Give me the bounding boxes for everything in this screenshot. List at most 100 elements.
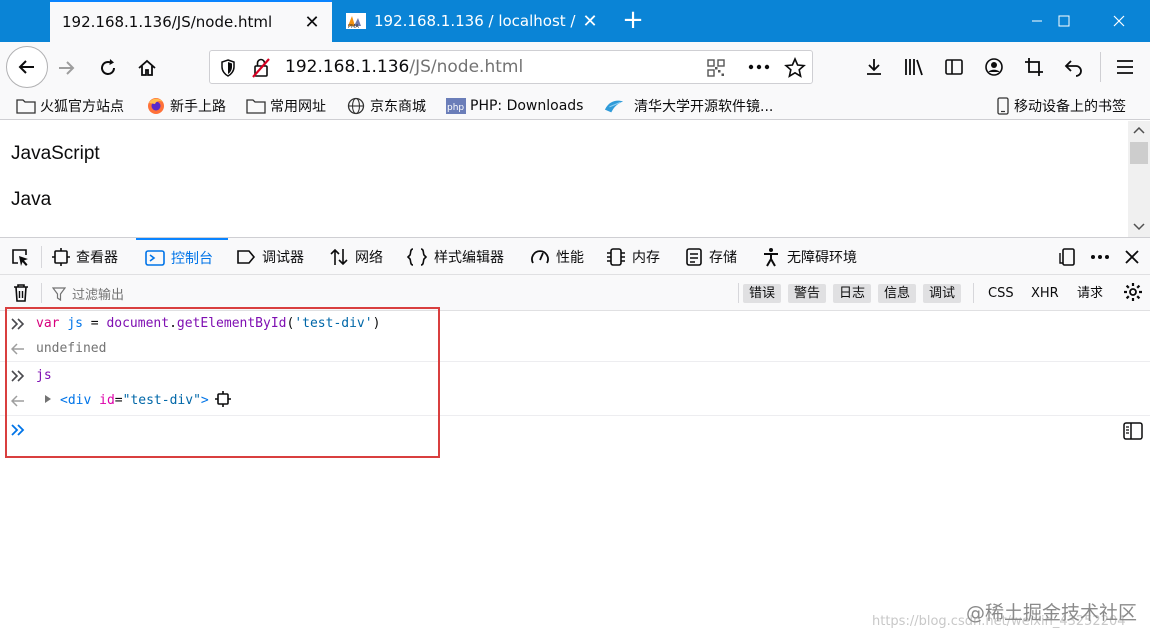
tab-accessibility[interactable]: 无障碍环境 xyxy=(761,238,857,275)
tab-label: 无障碍环境 xyxy=(787,249,857,266)
element-picker-button[interactable] xyxy=(10,238,36,275)
tab-label: 存储 xyxy=(709,249,737,266)
trash-icon xyxy=(14,284,28,302)
url-bar[interactable]: 192.168.1.136/JS/node.html xyxy=(209,50,813,84)
tab-phpmyadmin[interactable]: PMA 192.168.1.136 / localhost / c ✕ xyxy=(336,0,610,42)
library-button[interactable] xyxy=(902,55,926,79)
toolbar-divider xyxy=(41,283,42,303)
back-button[interactable] xyxy=(6,46,48,88)
responsive-design-button[interactable] xyxy=(1058,238,1084,275)
undo-close-button[interactable] xyxy=(1062,55,1086,79)
insecure-lock-icon[interactable] xyxy=(252,58,270,78)
bookmark-item[interactable]: 京东商城 xyxy=(346,94,426,118)
page-scrollbar[interactable] xyxy=(1128,121,1150,237)
back-arrow-icon xyxy=(18,60,34,74)
editor-mode-button[interactable] xyxy=(1123,422,1143,444)
filter-logs-button[interactable]: 日志 xyxy=(833,284,872,303)
filter-xhr-button[interactable]: XHR xyxy=(1031,284,1059,303)
maximize-icon xyxy=(1058,15,1070,27)
filter-output-input[interactable]: 过滤输出 xyxy=(52,284,124,303)
maximize-button[interactable] xyxy=(1041,0,1087,42)
window-close-button[interactable] xyxy=(1096,0,1142,42)
url-path: /JS/node.html xyxy=(409,57,524,77)
bookmark-label: 清华大学开源软件镜... xyxy=(634,99,774,115)
console-settings-button[interactable] xyxy=(1123,282,1143,306)
tab-debugger[interactable]: 调试器 xyxy=(236,238,304,275)
screenshot-button[interactable] xyxy=(1022,55,1046,79)
navigation-bar: 192.168.1.136/JS/node.html xyxy=(0,42,1150,92)
bookmark-star-icon[interactable] xyxy=(784,57,806,79)
globe-icon xyxy=(346,97,366,115)
bookmark-item[interactable]: 新手上路 xyxy=(146,94,226,118)
bookmark-label: 京东商城 xyxy=(370,99,426,115)
tab-node-html[interactable]: 192.168.1.136/JS/node.html ✕ xyxy=(50,0,332,42)
bookmark-item[interactable]: 火狐官方站点 xyxy=(16,94,124,118)
undo-icon xyxy=(1064,60,1082,77)
new-tab-button[interactable]: + xyxy=(618,6,648,36)
console-filter-bar: 过滤输出 错误 警告 日志 信息 调试 CSS XHR 请求 xyxy=(0,275,1150,311)
downloads-button[interactable] xyxy=(862,55,886,79)
tab-inspector[interactable]: 查看器 xyxy=(52,238,118,275)
style-editor-icon xyxy=(406,247,428,266)
filter-errors-button[interactable]: 错误 xyxy=(743,284,782,303)
filter-requests-button[interactable]: 请求 xyxy=(1077,284,1103,303)
tab-console[interactable]: 控制台 xyxy=(136,238,228,275)
crop-icon xyxy=(1025,58,1043,76)
folder-icon xyxy=(246,97,266,115)
bookmark-item[interactable]: 移动设备上的书签 xyxy=(996,94,1126,118)
svg-text:php: php xyxy=(447,103,464,113)
hamburger-menu-icon xyxy=(1117,60,1133,74)
bookmark-item[interactable]: php PHP: Downloads xyxy=(446,94,583,118)
filter-info-button[interactable]: 信息 xyxy=(878,284,917,303)
page-paragraph: JavaScript xyxy=(11,143,100,164)
url-text[interactable]: 192.168.1.136/JS/node.html xyxy=(285,57,523,77)
clear-console-button[interactable] xyxy=(12,283,30,307)
phpmyadmin-icon: PMA xyxy=(346,13,366,29)
bookmark-label: 移动设备上的书签 xyxy=(1014,99,1126,115)
filter-css-button[interactable]: CSS xyxy=(988,284,1014,303)
bookmark-item[interactable]: 清华大学开源软件镜... xyxy=(604,94,773,118)
more-options-icon xyxy=(1091,254,1109,259)
url-host: 192.168.1.136 xyxy=(285,57,410,77)
close-tab-icon[interactable]: ✕ xyxy=(578,11,602,32)
forward-button[interactable] xyxy=(54,56,78,80)
toolbar-divider xyxy=(973,283,974,303)
account-button[interactable] xyxy=(982,55,1006,79)
devtools-close-button[interactable] xyxy=(1125,238,1145,275)
storage-icon xyxy=(686,247,702,266)
sidebar-button[interactable] xyxy=(942,55,966,79)
download-icon xyxy=(867,59,881,75)
tuna-icon xyxy=(604,97,624,115)
tab-performance[interactable]: 性能 xyxy=(530,238,584,275)
reload-button[interactable] xyxy=(96,56,120,80)
tab-network[interactable]: 网络 xyxy=(329,238,383,275)
responsive-mode-icon xyxy=(1059,247,1075,266)
accessibility-icon xyxy=(764,247,778,266)
tab-label: 网络 xyxy=(355,249,383,266)
bookmark-item[interactable]: 常用网址 xyxy=(246,94,326,118)
mobile-icon xyxy=(996,97,1010,115)
qr-code-icon[interactable] xyxy=(707,59,725,77)
close-tab-icon[interactable]: ✕ xyxy=(300,12,324,33)
filter-debug-button[interactable]: 调试 xyxy=(923,284,962,303)
php-icon: php xyxy=(446,97,466,115)
page-actions-icon[interactable] xyxy=(748,64,770,70)
tab-style-editor[interactable]: 样式编辑器 xyxy=(406,238,504,275)
home-button[interactable] xyxy=(135,56,159,80)
firefox-icon xyxy=(146,97,166,115)
toolbar-divider xyxy=(1100,52,1101,82)
shield-icon[interactable] xyxy=(220,59,236,77)
tab-memory[interactable]: 内存 xyxy=(606,238,660,275)
filter-warnings-button[interactable]: 警告 xyxy=(788,284,827,303)
devtools-more-button[interactable] xyxy=(1090,238,1116,275)
scroll-down-icon[interactable] xyxy=(1133,223,1145,231)
tab-storage[interactable]: 存储 xyxy=(685,238,737,275)
svg-text:PMA: PMA xyxy=(348,24,359,29)
debugger-icon xyxy=(237,249,256,264)
menu-button[interactable] xyxy=(1113,55,1137,79)
scroll-thumb[interactable] xyxy=(1130,142,1148,164)
scroll-up-icon[interactable] xyxy=(1133,126,1145,134)
home-icon xyxy=(138,59,156,76)
tab-label: 调试器 xyxy=(262,249,304,266)
devtools-toolbar: 查看器 控制台 调试器 网络 样式编辑器 性能 内存 存储 无障碍环境 xyxy=(0,237,1150,275)
